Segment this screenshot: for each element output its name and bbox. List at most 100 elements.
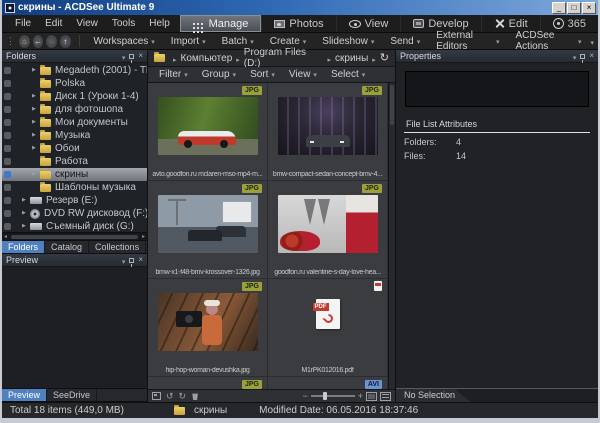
rotate-right-icon[interactable]: ↻ xyxy=(179,391,187,402)
thumbnail-partial-right[interactable]: AVI xyxy=(268,377,387,389)
pin-icon[interactable] xyxy=(129,54,134,59)
attribute-value: 4 xyxy=(456,137,461,147)
close-icon[interactable]: × xyxy=(138,52,143,60)
select-dropdown[interactable]: Select xyxy=(324,69,372,80)
mode-view-button[interactable]: View xyxy=(336,15,401,32)
tree-item-wallpapers[interactable]: ▶Обои xyxy=(2,142,147,155)
folder-icon xyxy=(40,132,51,140)
menu-edit[interactable]: Edit xyxy=(38,18,69,29)
minimize-button[interactable]: _ xyxy=(552,2,566,14)
scrollbar-thumb[interactable] xyxy=(390,85,394,125)
expand-arrow-icon[interactable]: ▶ xyxy=(32,116,40,129)
expand-arrow-icon[interactable]: ▶ xyxy=(32,129,40,142)
delete-icon[interactable] xyxy=(191,392,199,400)
tree-item-documents[interactable]: ▶Мои документы xyxy=(2,116,147,129)
breadcrumb-skriny[interactable]: скрины xyxy=(335,53,368,64)
thumbnail-valentine[interactable]: JPG goodfon.ru valentine-s-day-love-hea.… xyxy=(268,181,387,278)
tree-item-polska[interactable]: Polska xyxy=(2,77,147,90)
menu-view[interactable]: View xyxy=(69,18,105,29)
panel-menu-icon[interactable] xyxy=(573,47,577,65)
toolbar-grip[interactable]: ⋮ xyxy=(6,36,15,47)
breadcrumb-computer[interactable]: Компьютер xyxy=(181,53,233,64)
thumbnail-bmw-concept[interactable]: JPG bmw-compact-sedan-concept-bmv-4... xyxy=(268,83,387,180)
rotate-left-icon[interactable]: ↺ xyxy=(166,391,174,402)
close-button[interactable]: × xyxy=(582,2,596,14)
slider-thumb[interactable] xyxy=(323,392,327,400)
scroll-right-icon[interactable]: ▸ xyxy=(140,233,147,240)
scrollbar-thumb[interactable] xyxy=(11,235,138,239)
tree-item-usb-g[interactable]: ▶Съемный диск (G:) xyxy=(2,220,147,232)
back-icon[interactable]: ← xyxy=(33,35,44,48)
expand-arrow-icon[interactable]: ▶ xyxy=(22,207,30,220)
create-dropdown[interactable]: Create xyxy=(263,36,314,47)
expand-arrow-icon[interactable]: ▶ xyxy=(32,103,40,116)
expand-arrow-icon[interactable]: ▶ xyxy=(32,142,40,155)
zoom-out-icon[interactable]: − xyxy=(302,391,307,402)
mode-photos-button[interactable]: Photos xyxy=(261,15,335,32)
filter-dropdown[interactable]: Filter xyxy=(152,69,195,80)
expand-arrow-icon[interactable]: ▶ xyxy=(32,64,40,77)
sort-dropdown[interactable]: Sort xyxy=(243,69,282,80)
menu-tools[interactable]: Tools xyxy=(105,18,142,29)
tree-horizontal-scrollbar[interactable]: ◂ ▸ xyxy=(2,232,147,240)
tree-item-music[interactable]: ▶Музыка xyxy=(2,129,147,142)
tree-item-work[interactable]: Работа xyxy=(2,155,147,168)
batch-dropdown[interactable]: Batch xyxy=(215,36,261,47)
tree-item-disk1[interactable]: ▶Диск 1 (Уроки 1-4) xyxy=(2,90,147,103)
tab-preview[interactable]: Preview xyxy=(2,389,47,401)
breadcrumb-drive-d[interactable]: Program Files (D:) xyxy=(244,47,324,69)
tree-item-megadeth[interactable]: ▶Megadeth (2001) - The World Ne xyxy=(2,64,147,77)
send-dropdown[interactable]: Send xyxy=(383,36,427,47)
up-icon[interactable]: ↑ xyxy=(60,35,71,48)
zoom-slider[interactable] xyxy=(311,395,355,397)
expand-arrow-icon[interactable]: ▶ xyxy=(32,90,40,103)
no-selection-tab[interactable]: No Selection xyxy=(396,389,471,402)
tree-item-dvd-f[interactable]: ▶DVD RW дисковод (F:) xyxy=(2,207,147,220)
menu-help[interactable]: Help xyxy=(142,18,177,29)
group-dropdown[interactable]: Group xyxy=(195,69,243,80)
details-view-icon[interactable] xyxy=(380,392,391,401)
pin-icon[interactable] xyxy=(129,258,134,263)
format-badge: JPG xyxy=(242,184,262,193)
zoom-in-icon[interactable]: + xyxy=(358,391,363,402)
status-bar: Total 18 items (449,0 MB) скрины Modifie… xyxy=(2,402,598,418)
thumbnail-mclaren[interactable]: JPG avto.goodfon.ru mclaren-mso-mp4-m... xyxy=(148,83,267,180)
tab-seedrive[interactable]: SeeDrive xyxy=(47,389,97,401)
close-icon[interactable]: × xyxy=(138,256,143,264)
home-icon[interactable]: ⌂ xyxy=(19,35,30,48)
external-editors-dropdown[interactable]: External Editors xyxy=(429,30,506,52)
thumbnail-partial-left[interactable]: JPG xyxy=(148,377,267,389)
tab-catalog[interactable]: Catalog xyxy=(45,241,89,253)
slideshow-dropdown[interactable]: Slideshow xyxy=(315,36,381,47)
menu-items: File Edit View Tools Help xyxy=(2,15,177,32)
thumbnail-pdf[interactable]: PDF M1rPK012016.pdf xyxy=(268,279,387,376)
tag-icon[interactable] xyxy=(152,392,161,400)
tree-item-templates[interactable]: Шаблоны музыка xyxy=(2,181,147,194)
dropdown-label: Import xyxy=(171,36,199,47)
selection-status-row: No Selection xyxy=(396,388,598,402)
expand-arrow-icon[interactable]: ▶ xyxy=(22,220,30,232)
thumbnail-woman[interactable]: JPG hip-hop-woman-devushka.jpg xyxy=(148,279,267,376)
workspaces-dropdown[interactable]: Workspaces xyxy=(86,36,161,47)
expand-arrow-icon[interactable]: ▶ xyxy=(22,194,30,207)
close-icon[interactable]: × xyxy=(589,52,594,60)
view-dropdown[interactable]: View xyxy=(282,69,324,80)
tree-item-drive-e[interactable]: ▶Резерв (E:) xyxy=(2,194,147,207)
refresh-icon[interactable]: ↻ xyxy=(380,53,389,64)
expand-arrow-icon[interactable]: ▶ xyxy=(32,168,40,181)
import-dropdown[interactable]: Import xyxy=(164,36,213,47)
tab-folders[interactable]: Folders xyxy=(2,241,45,253)
grid-vertical-scrollbar[interactable] xyxy=(388,83,395,389)
tree-item-photoshop[interactable]: ▶для фотошопа xyxy=(2,103,147,116)
tree-item-skriny-selected[interactable]: ▶скрины xyxy=(2,168,147,181)
forward-icon[interactable]: → xyxy=(46,35,57,48)
acdsee-logo-icon xyxy=(5,3,15,13)
scroll-left-icon[interactable]: ◂ xyxy=(2,233,9,240)
chevron-down-icon xyxy=(233,69,237,80)
pin-icon[interactable] xyxy=(580,54,585,59)
mode-manage-button[interactable]: Manage xyxy=(180,15,262,32)
menu-file[interactable]: File xyxy=(8,18,38,29)
thumbnail-view-icon[interactable] xyxy=(366,392,377,401)
maximize-button[interactable]: □ xyxy=(567,2,581,14)
thumbnail-bmw-x1[interactable]: JPG bmw-x1-f48-bmv-krossover-1326.jpg xyxy=(148,181,267,278)
